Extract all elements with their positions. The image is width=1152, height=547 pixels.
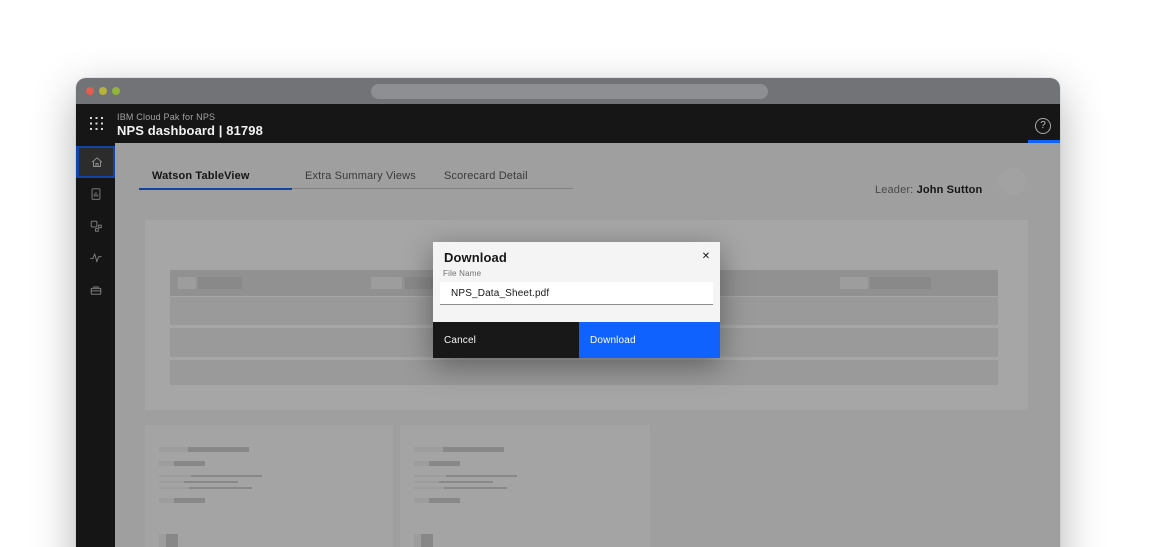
header-eyebrow: IBM Cloud Pak for NPS (117, 112, 215, 122)
traffic-light-close-button[interactable] (86, 87, 94, 95)
cancel-button[interactable]: Cancel (433, 322, 579, 358)
url-bar[interactable] (371, 84, 768, 99)
app-switcher-icon[interactable] (90, 117, 103, 130)
question-icon: ? (1040, 120, 1046, 131)
close-icon: ✕ (702, 251, 710, 262)
app-shell: IBM Cloud Pak for NPS NPS dashboard | 81… (76, 104, 1060, 547)
help-button[interactable]: ? (1035, 118, 1051, 134)
download-button[interactable]: Download (579, 322, 720, 358)
download-modal: Download ✕ File Name Cancel Download (433, 242, 720, 358)
browser-window: IBM Cloud Pak for NPS NPS dashboard | 81… (76, 78, 1060, 547)
header-title: NPS dashboard | 81798 (117, 123, 263, 138)
modal-close-button[interactable]: ✕ (696, 246, 716, 266)
browser-chrome (76, 78, 1060, 104)
file-name-label: File Name (443, 269, 481, 278)
page-background: IBM Cloud Pak for NPS NPS dashboard | 81… (0, 0, 1152, 547)
traffic-light-minimize-button[interactable] (99, 87, 107, 95)
app-header: IBM Cloud Pak for NPS NPS dashboard | 81… (76, 104, 1060, 143)
modal-title: Download (444, 250, 507, 265)
traffic-light-zoom-button[interactable] (112, 87, 120, 95)
file-name-input[interactable] (440, 282, 713, 305)
modal-footer: Cancel Download (433, 322, 720, 358)
